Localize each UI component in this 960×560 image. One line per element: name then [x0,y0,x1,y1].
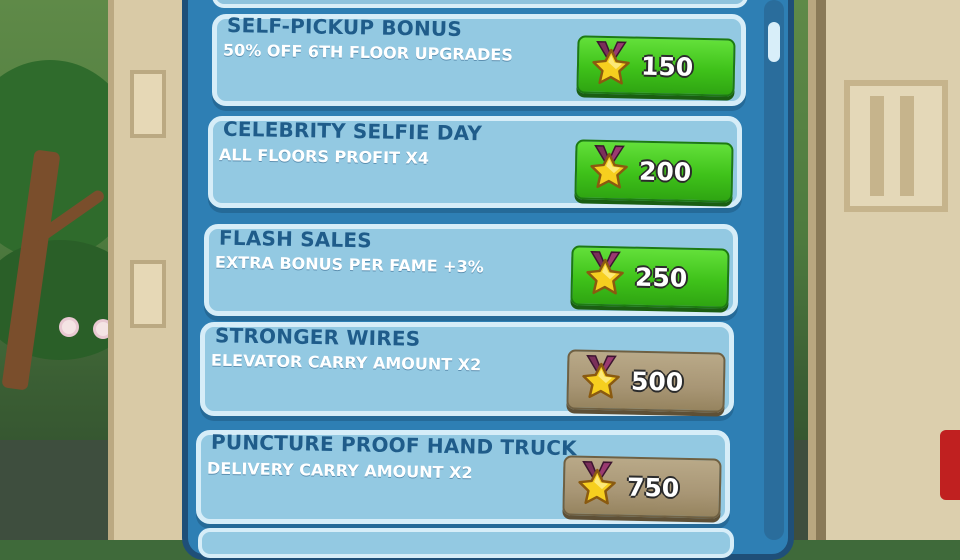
upgrade-price: 250 [634,262,688,293]
upgrade-row: SELF-PICKUP BONUS 50% OFF 6TH FLOOR UPGRA… [212,12,746,106]
list-item-partial [212,0,748,8]
list-item-partial [198,528,734,558]
buy-upgrade-button[interactable]: 750 [562,455,722,519]
scrollbar-thumb[interactable] [768,22,780,62]
window-bar [900,96,914,196]
upgrade-row: STRONGER WIRES ELEVATOR CARRY AMOUNT X2 5… [200,322,734,416]
upgrade-row: CELEBRITY SELFIE DAY ALL FLOORS PROFIT X4… [208,116,742,208]
upgrade-description: 50% OFF 6TH FLOOR UPGRADES [222,40,513,65]
upgrade-price: 750 [626,472,680,503]
buy-upgrade-button[interactable]: 150 [576,35,736,97]
upgrade-title: SELF-PICKUP BONUS [226,12,463,42]
window [130,260,166,328]
upgrade-price: 200 [638,156,692,187]
star-medal-icon [582,144,635,197]
upgrade-price: 500 [630,366,684,397]
upgrade-description: DELIVERY CARRY AMOUNT X2 [206,458,473,483]
window-bar [870,96,884,196]
building-wall-left [108,0,190,540]
upgrade-description: ALL FLOORS PROFIT X4 [218,145,430,168]
star-medal-icon [574,354,627,407]
buy-upgrade-button[interactable]: 250 [570,245,730,309]
upgrade-description: ELEVATOR CARRY AMOUNT X2 [210,350,482,375]
scrollbar-track[interactable] [764,0,784,540]
star-medal-icon [570,460,623,513]
star-medal-icon [584,40,637,93]
upgrade-price: 150 [640,51,694,82]
star-medal-icon [578,250,631,303]
flower-icon [62,320,76,334]
upgrade-title: CELEBRITY SELFIE DAY [222,116,483,146]
upgrade-row: FLASH SALES EXTRA BONUS PER FAME +3% 250 [204,224,738,316]
upgrade-row: PUNCTURE PROOF HAND TRUCK DELIVERY CARRY … [196,430,730,524]
upgrade-title: PUNCTURE PROOF HAND TRUCK [210,429,578,461]
building-wall-right [808,0,960,540]
truck [940,430,960,500]
buy-upgrade-button[interactable]: 200 [574,139,734,203]
upgrade-title: STRONGER WIRES [214,323,421,351]
upgrade-description: EXTRA BONUS PER FAME +3% [214,252,484,277]
buy-upgrade-button[interactable]: 500 [566,349,726,413]
upgrade-title: FLASH SALES [218,225,373,253]
window [130,70,166,138]
wall-edge [816,0,826,540]
window [844,80,948,212]
